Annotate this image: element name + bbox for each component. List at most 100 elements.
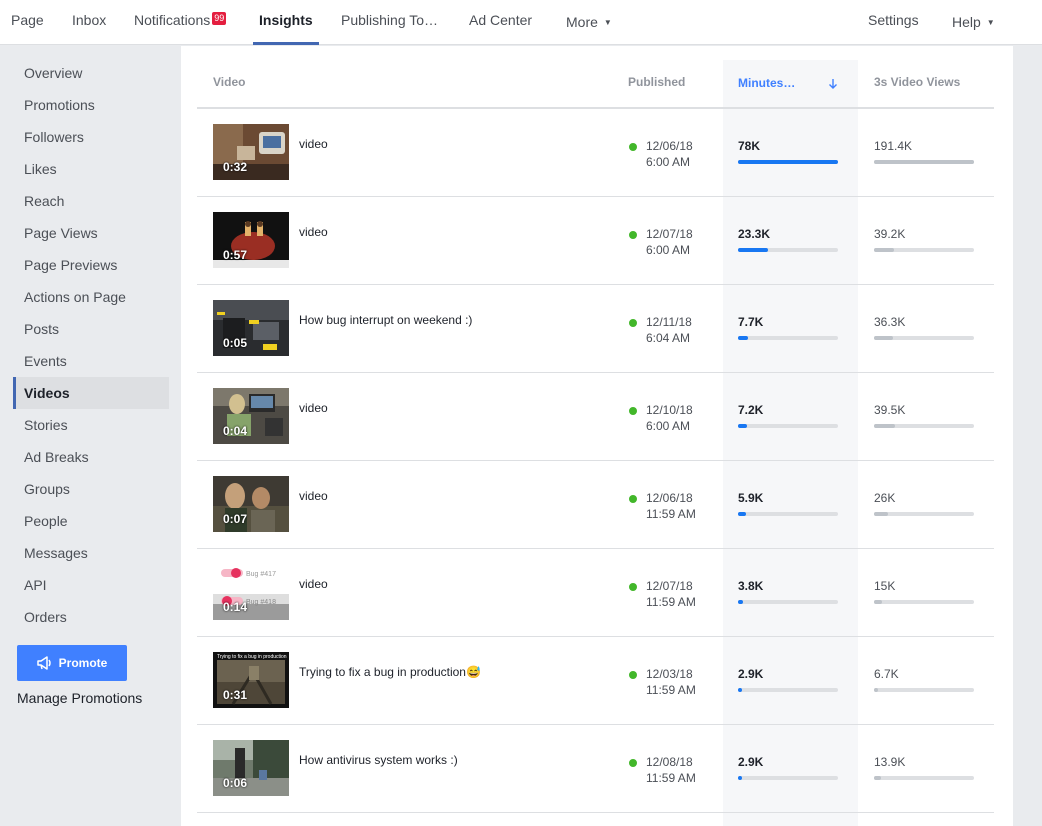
tab-inbox[interactable]: Inbox: [72, 0, 106, 45]
video-thumbnail[interactable]: 0:32: [213, 124, 289, 180]
sidebar-item-label: Groups: [24, 481, 70, 497]
caret-down-icon: ▼: [603, 18, 612, 27]
table-row[interactable]: 0:57 video 12/07/18 6:00 AM 23.3K 39.2K: [197, 197, 994, 285]
video-views-bar-fill: [874, 248, 894, 252]
video-thumbnail[interactable]: Trying to fix a bug in production 0:31: [213, 652, 289, 708]
header-minutes-viewed[interactable]: Minutes…: [738, 60, 838, 107]
minutes-viewed-bar: [738, 424, 838, 428]
video-title[interactable]: video: [299, 401, 328, 415]
sidebar-item-label: Promotions: [24, 97, 95, 113]
tab-label: Publishing To…: [341, 12, 439, 28]
caret-down-icon: ▼: [986, 18, 995, 27]
video-views-value: 6.7K: [874, 667, 899, 681]
sidebar-item-label: Likes: [24, 161, 57, 177]
published-day: 12/07/18: [646, 227, 693, 241]
sidebar-item-followers[interactable]: Followers: [13, 121, 169, 153]
video-title[interactable]: video: [299, 489, 328, 503]
sidebar-item-orders[interactable]: Orders: [13, 601, 169, 633]
tab-page[interactable]: Page: [11, 0, 44, 45]
published-status-dot: [629, 495, 637, 503]
video-title[interactable]: How antivirus system works :): [299, 753, 458, 767]
settings-link[interactable]: Settings: [868, 0, 919, 45]
sidebar-item-people[interactable]: People: [13, 505, 169, 537]
videos-panel: Video Published Minutes… 3s Video Views …: [181, 46, 1013, 826]
published-status-dot: [629, 319, 637, 327]
table-row[interactable]: 0:05 How bug interrupt on weekend :) 12/11…: [197, 285, 994, 373]
table-row[interactable]: 0:04 video 12/10/18 6:00 AM 7.2K 39.5K: [197, 373, 994, 461]
video-views-bar: [874, 688, 974, 692]
video-views-value: 26K: [874, 491, 896, 505]
table-row[interactable]: 0:06 How antivirus system works :) 12/08/1…: [197, 725, 994, 813]
published-day: 12/08/18: [646, 755, 693, 769]
published-date: 12/06/18 6:00 AM: [646, 138, 693, 170]
tab-more[interactable]: More ▼: [566, 0, 612, 45]
published-status-dot: [629, 143, 637, 151]
video-views-bar-fill: [874, 512, 888, 516]
video-title[interactable]: video: [299, 577, 328, 591]
sidebar-item-messages[interactable]: Messages: [13, 537, 169, 569]
sidebar-item-reach[interactable]: Reach: [13, 185, 169, 217]
header-published[interactable]: Published: [628, 60, 685, 107]
minutes-viewed-bar: [738, 776, 838, 780]
sidebar-item-videos[interactable]: Videos: [13, 377, 169, 409]
minutes-viewed-bar-fill: [738, 336, 748, 340]
video-views-value: 39.5K: [874, 403, 906, 417]
video-thumbnail[interactable]: 0:06: [213, 740, 289, 796]
tab-notifications[interactable]: Notifications 99: [134, 0, 227, 45]
manage-promotions-link[interactable]: Manage Promotions: [17, 690, 142, 706]
sidebar-item-posts[interactable]: Posts: [13, 313, 169, 345]
tab-ad-center[interactable]: Ad Center: [469, 0, 532, 45]
video-views-value: 13.9K: [874, 755, 906, 769]
video-views-value: 15K: [874, 579, 896, 593]
video-title[interactable]: video: [299, 137, 328, 151]
table-row[interactable]: Bug #417 Bug #418 0:14 video 12/07/18 11:59 A…: [197, 549, 994, 637]
published-status-dot: [629, 231, 637, 239]
published-time: 6:00 AM: [646, 155, 691, 169]
sidebar-item-promotions[interactable]: Promotions: [13, 89, 169, 121]
help-menu[interactable]: Help ▼: [952, 0, 995, 45]
video-views-value: 191.4K: [874, 139, 913, 153]
minutes-viewed-value: 78K: [738, 139, 761, 153]
video-views-bar: [874, 512, 974, 516]
sidebar-item-page-previews[interactable]: Page Previews: [13, 249, 169, 281]
published-status-dot: [629, 759, 637, 767]
tab-label: Notifications: [134, 12, 211, 28]
published-date: 12/11/18 6:04 AM: [646, 314, 692, 346]
sidebar-item-label: Followers: [24, 129, 84, 145]
sidebar-item-stories[interactable]: Stories: [13, 409, 169, 441]
table-row[interactable]: 0:32 video 12/06/18 6:00 AM 78K 191.4K: [197, 109, 994, 197]
video-thumbnail[interactable]: 0:57: [213, 212, 289, 268]
sidebar-item-page-views[interactable]: Page Views: [13, 217, 169, 249]
published-date: 12/07/18 11:59 AM: [646, 578, 696, 610]
table-header: Video Published Minutes… 3s Video Views: [197, 60, 994, 109]
video-views-bar-fill: [874, 160, 974, 164]
published-day: 12/06/18: [646, 139, 693, 153]
minutes-viewed-bar-fill: [738, 688, 742, 692]
video-title[interactable]: video: [299, 225, 328, 239]
tab-insights[interactable]: Insights: [253, 0, 319, 45]
tab-publishing-tools[interactable]: Publishing To…: [341, 0, 438, 45]
minutes-viewed-bar: [738, 600, 838, 604]
sidebar-item-ad-breaks[interactable]: Ad Breaks: [13, 441, 169, 473]
help-label: Help: [952, 14, 981, 30]
video-views-bar-fill: [874, 688, 878, 692]
published-time: 11:59 AM: [646, 507, 696, 521]
video-thumbnail[interactable]: Bug #417 Bug #418 0:14: [213, 564, 289, 620]
table-row[interactable]: 0:07 video 12/06/18 11:59 AM 5.9K 26K: [197, 461, 994, 549]
sidebar-item-overview[interactable]: Overview: [13, 57, 169, 89]
video-views-value: 36.3K: [874, 315, 906, 329]
sidebar-item-events[interactable]: Events: [13, 345, 169, 377]
sidebar-item-actions-on-page[interactable]: Actions on Page: [13, 281, 169, 313]
promote-button[interactable]: Promote: [17, 645, 127, 681]
sidebar-item-api[interactable]: API: [13, 569, 169, 601]
table-row[interactable]: Trying to fix a bug in production 0:31 Try…: [197, 637, 994, 725]
header-3s-views[interactable]: 3s Video Views: [874, 60, 960, 107]
sidebar-item-groups[interactable]: Groups: [13, 473, 169, 505]
sidebar-item-likes[interactable]: Likes: [13, 153, 169, 185]
minutes-viewed-bar-fill: [738, 248, 768, 252]
video-thumbnail[interactable]: 0:05: [213, 300, 289, 356]
video-title[interactable]: Trying to fix a bug in production😅: [299, 665, 481, 679]
video-thumbnail[interactable]: 0:04: [213, 388, 289, 444]
video-thumbnail[interactable]: 0:07: [213, 476, 289, 532]
video-title[interactable]: How bug interrupt on weekend :): [299, 313, 472, 327]
